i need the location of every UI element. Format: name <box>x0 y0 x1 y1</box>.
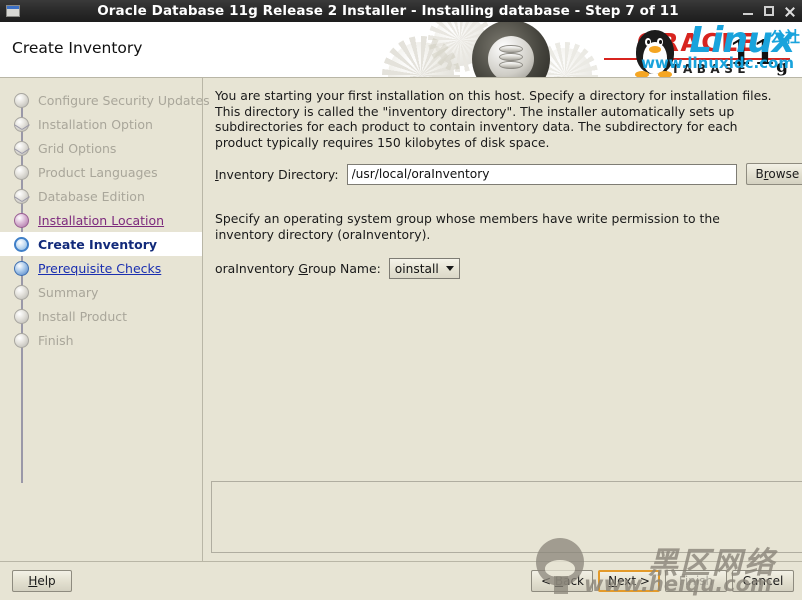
gears-graphic <box>372 22 602 77</box>
sidebar-item-label: Summary <box>38 284 99 300</box>
step-node-icon <box>14 188 29 204</box>
sidebar-item-database-edition[interactable]: Database Edition <box>0 184 202 208</box>
sidebar-item-grid-options[interactable]: Grid Options <box>0 136 202 160</box>
browse-button[interactable]: Browse <box>745 163 802 185</box>
close-icon[interactable] <box>784 5 796 17</box>
window-title: Oracle Database 11g Release 2 Installer … <box>97 3 679 19</box>
inventory-directory-row: Inventory Directory: Browse <box>215 163 802 185</box>
installer-window: Oracle Database 11g Release 2 Installer … <box>0 0 802 600</box>
minimize-icon[interactable] <box>742 5 754 17</box>
sidebar-item-label: Install Product <box>38 308 128 324</box>
message-panel <box>211 481 802 553</box>
back-button[interactable]: < Back <box>531 570 593 592</box>
step-node-icon <box>14 308 29 324</box>
sidebar-item-label: Installation Option <box>38 116 153 132</box>
sidebar-item-configure-security-updates[interactable]: Configure Security Updates <box>0 88 210 112</box>
cancel-button[interactable]: Cancel <box>732 570 794 592</box>
chevron-down-icon <box>445 266 454 271</box>
sidebar-item-label: Configure Security Updates <box>38 92 210 108</box>
step-navigation-sidebar: Configure Security Updates Installation … <box>0 78 210 561</box>
sidebar-item-label: Product Languages <box>38 164 158 180</box>
group-description-text: Specify an operating system group whose … <box>215 211 720 242</box>
next-button[interactable]: Next > <box>598 570 660 592</box>
main-panel: You are starting your first installation… <box>203 78 802 561</box>
sidebar-item-label: Create Inventory <box>38 236 158 252</box>
step-node-icon <box>14 212 29 228</box>
sidebar-item-installation-location[interactable]: Installation Location <box>0 208 202 232</box>
sidebar-item-label: Database Edition <box>38 188 145 204</box>
step-node-icon <box>14 116 29 132</box>
step-node-icon <box>14 164 29 180</box>
database-icon <box>488 36 534 77</box>
watermark-brand-cn: 公社 <box>769 28 800 46</box>
step-node-icon <box>14 236 29 252</box>
step-node-icon <box>14 140 29 156</box>
sidebar-item-product-languages[interactable]: Product Languages <box>0 160 202 184</box>
step-node-icon <box>14 260 29 276</box>
intro-text: You are starting your first installation… <box>215 88 772 150</box>
maximize-icon[interactable] <box>763 5 775 17</box>
group-name-row: oraInventory Group Name: oinstall <box>215 258 802 279</box>
sidebar-item-create-inventory[interactable]: Create Inventory <box>0 232 202 256</box>
sidebar-item-installation-option[interactable]: Installation Option <box>0 112 202 136</box>
step-node-icon <box>14 284 29 300</box>
step-node-icon <box>14 332 29 348</box>
sidebar-item-summary[interactable]: Summary <box>0 280 202 304</box>
banner: Create Inventory ORACLE DATABASE 11g Lin… <box>0 22 802 78</box>
page-title: Create Inventory <box>12 39 143 57</box>
window-controls <box>742 0 796 22</box>
footer-bar: Help < Back Next > Finish Cancel 黑区网络 ww… <box>0 538 802 600</box>
watermark-url: www.linuxidc.com <box>641 54 794 72</box>
gear-dark-icon <box>465 22 557 77</box>
title-bar: Oracle Database 11g Release 2 Installer … <box>0 0 802 22</box>
finish-button: Finish <box>665 570 727 592</box>
sidebar-item-finish[interactable]: Finish <box>0 328 202 352</box>
window-icon <box>6 5 20 17</box>
navigation-buttons: < Back Next > Finish Cancel <box>531 570 794 592</box>
sidebar-item-label: Finish <box>38 332 74 348</box>
content-area: Configure Security Updates Installation … <box>0 78 802 561</box>
sidebar-item-install-product[interactable]: Install Product <box>0 304 202 328</box>
inventory-directory-label: Inventory Directory: <box>215 166 339 182</box>
inventory-directory-input[interactable] <box>346 163 737 185</box>
group-name-value: oinstall <box>394 261 439 276</box>
help-button[interactable]: Help <box>12 570 72 592</box>
group-name-select[interactable]: oinstall <box>388 258 460 279</box>
sidebar-item-label[interactable]: Installation Location <box>38 213 164 228</box>
step-node-icon <box>14 92 29 108</box>
sidebar-item-label: Grid Options <box>38 140 117 156</box>
sidebar-item-label[interactable]: Prerequisite Checks <box>38 261 161 276</box>
group-name-label: oraInventory Group Name: <box>215 261 381 276</box>
sidebar-item-prerequisite-checks[interactable]: Prerequisite Checks <box>0 256 202 280</box>
